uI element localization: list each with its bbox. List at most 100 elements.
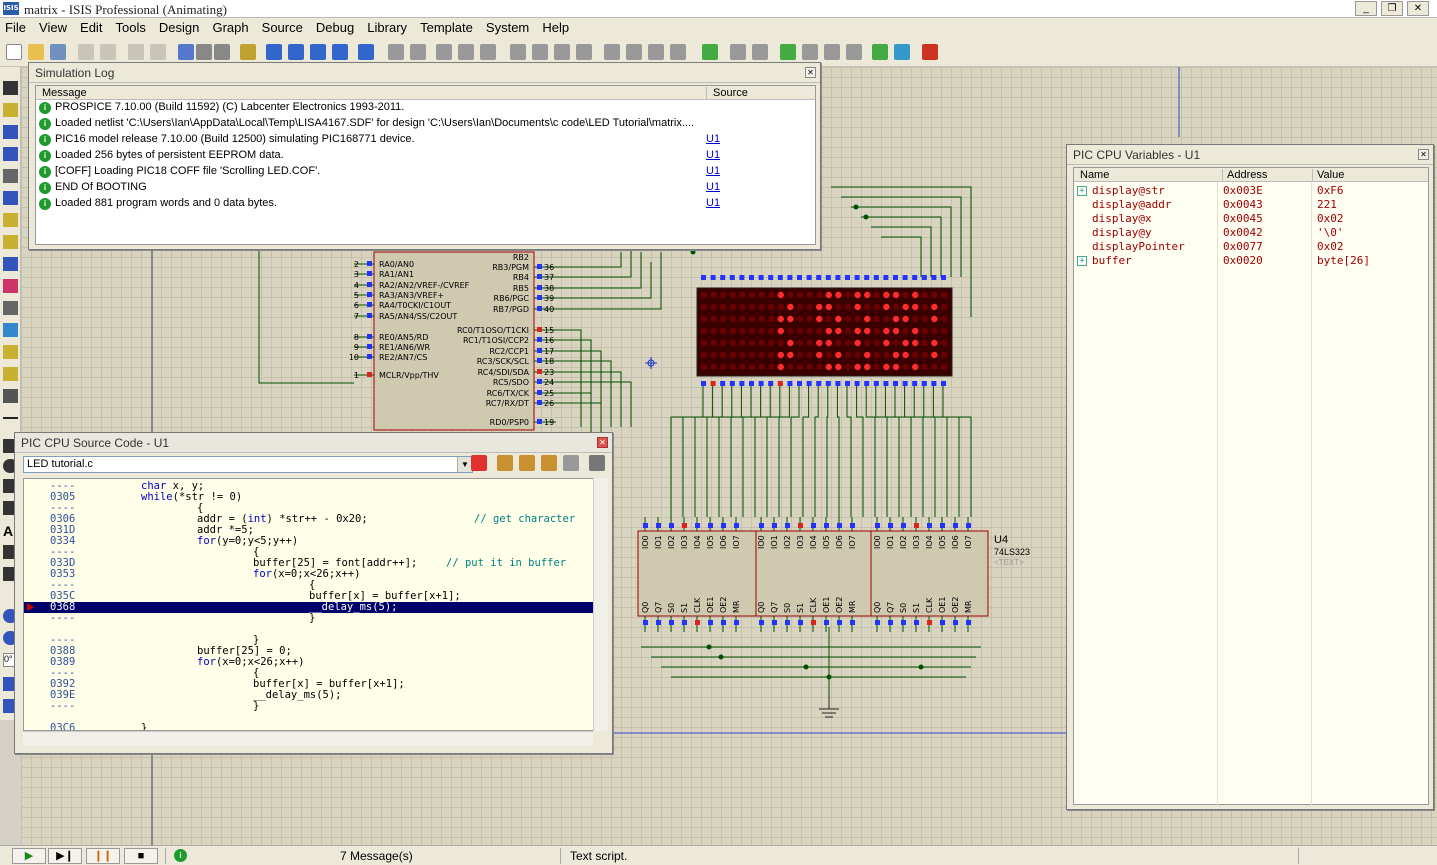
log-row[interactable]: i Loaded 256 bytes of persistent EEPROM d…: [36, 148, 815, 164]
pan-icon[interactable]: [240, 44, 256, 60]
column-address[interactable]: Address: [1222, 169, 1267, 182]
close-icon[interactable]: ✕: [597, 437, 608, 448]
cpu-variables-window[interactable]: PIC CPU Variables - U1 ✕ Name Address Va…: [1066, 144, 1434, 810]
zoom-in-icon[interactable]: [266, 44, 282, 60]
code-line[interactable]: ----}: [24, 635, 602, 646]
block-delete-icon[interactable]: [576, 44, 592, 60]
bill-of-materials-icon[interactable]: [846, 44, 862, 60]
origin-icon[interactable]: [214, 44, 230, 60]
undo-icon[interactable]: [388, 44, 404, 60]
minimize-icon[interactable]: _: [1355, 1, 1377, 16]
wire-label-icon[interactable]: [3, 147, 18, 161]
current-probe-icon[interactable]: [3, 367, 18, 381]
zoom-all-icon[interactable]: [310, 44, 326, 60]
stop-icon[interactable]: ■: [124, 848, 158, 864]
run-to-cursor-icon[interactable]: [471, 455, 487, 471]
new-file-icon[interactable]: [6, 44, 22, 60]
menu-template[interactable]: Template: [415, 18, 478, 38]
variable-row[interactable]: + buffer 0x0020 byte[26]: [1074, 254, 1428, 268]
variable-row[interactable]: + display@str 0x003E 0xF6: [1074, 184, 1428, 198]
junction-dot-icon[interactable]: [3, 125, 18, 139]
generator-icon[interactable]: [3, 323, 18, 337]
search-tag-icon[interactable]: [730, 44, 746, 60]
message-count[interactable]: 7 Message(s): [340, 849, 413, 863]
device-pins-icon[interactable]: [3, 257, 18, 271]
menu-library[interactable]: Library: [362, 18, 412, 38]
paste-icon[interactable]: [480, 44, 496, 60]
vertical-scrollbar[interactable]: [593, 478, 608, 731]
toggle-breakpoint-icon[interactable]: [589, 455, 605, 471]
redo-icon[interactable]: [410, 44, 426, 60]
variable-row[interactable]: display@y 0x0042 '\0': [1074, 226, 1428, 240]
open-folder-icon[interactable]: [28, 44, 44, 60]
code-line[interactable]: 031D addr *=5;: [24, 525, 602, 536]
code-line[interactable]: ---- char x, y;: [24, 481, 602, 492]
horizontal-scrollbar[interactable]: [23, 731, 593, 746]
code-line[interactable]: 03C6}: [24, 723, 602, 731]
property-tool-icon[interactable]: [752, 44, 768, 60]
expand-icon[interactable]: +: [1077, 186, 1087, 196]
close-icon[interactable]: ✕: [1418, 149, 1429, 160]
log-row[interactable]: i END Of BOOTING U1: [36, 180, 815, 196]
wire-autorouter-icon[interactable]: [702, 44, 718, 60]
pick-device-icon[interactable]: [604, 44, 620, 60]
play-icon[interactable]: ▶: [12, 848, 46, 864]
simulation-log-window[interactable]: Simulation Log ✕ Message Source i PROSPIC…: [28, 62, 821, 250]
menu-help[interactable]: Help: [537, 18, 574, 38]
variable-row[interactable]: display@addr 0x0043 221: [1074, 198, 1428, 212]
step-icon[interactable]: ▶❙: [48, 848, 82, 864]
code-line[interactable]: 0389 for(x=0;x<26;x++): [24, 657, 602, 668]
log-source-link[interactable]: U1: [706, 165, 720, 177]
log-row[interactable]: i [COFF] Loading PIC18 COFF file 'Scrolli…: [36, 164, 815, 180]
chevron-down-icon[interactable]: ▼: [457, 457, 472, 472]
block-copy-icon[interactable]: [510, 44, 526, 60]
source-file-select[interactable]: LED tutorial.c ▼: [23, 456, 473, 473]
line-icon[interactable]: [3, 417, 18, 419]
menu-system[interactable]: System: [481, 18, 534, 38]
text-script-icon[interactable]: [3, 169, 18, 183]
log-row[interactable]: i Loaded 881 program words and 0 data byt…: [36, 196, 815, 212]
pause-icon[interactable]: ❙❙: [86, 848, 120, 864]
make-device-icon[interactable]: [626, 44, 642, 60]
tape-recorder-icon[interactable]: [3, 301, 18, 315]
remove-sheet-icon[interactable]: [802, 44, 818, 60]
code-line[interactable]: ----}: [24, 701, 602, 712]
import-icon[interactable]: [78, 44, 94, 60]
selection-mode-icon[interactable]: [3, 81, 18, 95]
grid-icon[interactable]: [196, 44, 212, 60]
block-rotate-icon[interactable]: [554, 44, 570, 60]
code-line[interactable]: 0388 buffer[25] = 0;: [24, 646, 602, 657]
subcircuit-icon[interactable]: [3, 213, 18, 227]
menu-view[interactable]: View: [34, 18, 72, 38]
menu-tools[interactable]: Tools: [111, 18, 151, 38]
log-row[interactable]: i Loaded netlist 'C:\Users\Ian\AppData\Lo…: [36, 116, 815, 132]
zoom-area-icon[interactable]: [332, 44, 348, 60]
column-value[interactable]: Value: [1312, 169, 1344, 182]
code-line[interactable]: ----}: [24, 613, 602, 624]
component-mode-icon[interactable]: [3, 103, 18, 117]
code-line[interactable]: [24, 624, 602, 635]
menu-source[interactable]: Source: [257, 18, 308, 38]
source-code-window[interactable]: PIC CPU Source Code - U1 ✕ LED tutorial.…: [14, 432, 613, 754]
packaging-icon[interactable]: [648, 44, 664, 60]
virtual-instrument-icon[interactable]: [3, 389, 18, 403]
refresh-icon[interactable]: [178, 44, 194, 60]
code-line[interactable]: 0305 while(*str != 0): [24, 492, 602, 503]
log-source-link[interactable]: U1: [706, 149, 720, 161]
electrical-rules-icon[interactable]: [872, 44, 888, 60]
menu-debug[interactable]: Debug: [311, 18, 359, 38]
new-sheet-icon[interactable]: [780, 44, 796, 60]
log-source-link[interactable]: U1: [706, 133, 720, 145]
log-source-link[interactable]: U1: [706, 181, 720, 193]
log-source-link[interactable]: U1: [706, 197, 720, 209]
variable-row[interactable]: displayPointer 0x0077 0x02: [1074, 240, 1428, 254]
log-row[interactable]: i PIC16 model release 7.10.00 (Build 1250…: [36, 132, 815, 148]
cut-icon[interactable]: [436, 44, 452, 60]
voltage-probe-icon[interactable]: [3, 345, 18, 359]
code-line[interactable]: 039E __delay_ms(5);: [24, 690, 602, 701]
step-into-icon[interactable]: [519, 455, 535, 471]
menu-file[interactable]: File: [0, 18, 31, 38]
bus-icon[interactable]: [3, 191, 18, 205]
log-row[interactable]: i PROSPICE 7.10.00 (Build 11592) (C) Labc…: [36, 100, 815, 116]
close-icon[interactable]: ✕: [805, 67, 816, 78]
